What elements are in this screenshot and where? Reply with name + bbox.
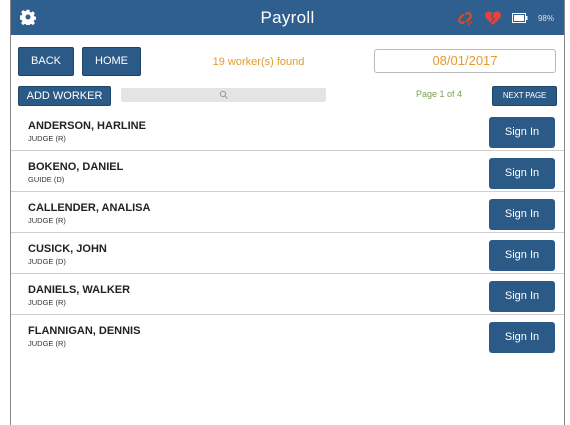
battery-icon [511, 13, 528, 23]
worker-row[interactable]: DANIELS, WALKER JUDGE (R) Sign In [11, 274, 564, 315]
worker-role: JUDGE (D) [28, 257, 66, 266]
sign-in-button[interactable]: Sign In [489, 158, 555, 189]
worker-role: JUDGE (R) [28, 298, 66, 307]
sign-in-button[interactable]: Sign In [489, 117, 555, 148]
worker-name: FLANNIGAN, DENNIS [28, 325, 141, 337]
page-indicator: Page 1 of 4 [416, 89, 463, 99]
worker-row[interactable]: FLANNIGAN, DENNIS JUDGE (R) Sign In [11, 315, 564, 356]
worker-row[interactable]: BOKENO, DANIEL GUIDE (D) Sign In [11, 151, 564, 192]
worker-name: CUSICK, JOHN [28, 243, 107, 255]
worker-name: ANDERSON, HARLINE [28, 120, 146, 132]
home-button[interactable]: HOME [82, 47, 141, 76]
worker-row[interactable]: CUSICK, JOHN JUDGE (D) Sign In [11, 233, 564, 274]
worker-row[interactable]: ANDERSON, HARLINE JUDGE (R) Sign In [11, 110, 564, 151]
worker-list: ANDERSON, HARLINE JUDGE (R) Sign In BOKENO,… [11, 110, 564, 356]
worker-row[interactable]: CALLENDER, ANALISA JUDGE (R) Sign In [11, 192, 564, 233]
date-field[interactable]: 08/01/2017 [374, 49, 556, 73]
sign-in-button[interactable]: Sign In [489, 240, 555, 271]
worker-role: JUDGE (R) [28, 134, 66, 143]
sign-in-button[interactable]: Sign In [489, 322, 555, 353]
broken-heart-icon [484, 11, 502, 25]
worker-role: JUDGE (R) [28, 339, 66, 348]
title-bar: Payroll 98% [11, 0, 564, 35]
worker-name: CALLENDER, ANALISA [28, 202, 151, 214]
status-icons: 98% [456, 9, 554, 27]
sign-in-button[interactable]: Sign In [489, 199, 555, 230]
next-page-button[interactable]: NEXT PAGE [492, 86, 557, 106]
add-worker-button[interactable]: ADD WORKER [18, 86, 111, 106]
workers-found-count: 19 worker(s) found [212, 56, 305, 68]
back-button[interactable]: BACK [18, 47, 74, 76]
search-input[interactable] [121, 88, 326, 102]
worker-role: GUIDE (D) [28, 175, 65, 184]
battery-percent: 98% [537, 13, 554, 23]
broken-link-icon [457, 12, 473, 26]
worker-name: BOKENO, DANIEL [28, 161, 124, 173]
worker-role: JUDGE (R) [28, 216, 66, 225]
worker-name: DANIELS, WALKER [28, 284, 131, 296]
search-icon [219, 90, 228, 99]
sign-in-button[interactable]: Sign In [489, 281, 555, 312]
app-frame: Payroll 98% BACK HOME 19 worker(s) found… [10, 0, 565, 425]
